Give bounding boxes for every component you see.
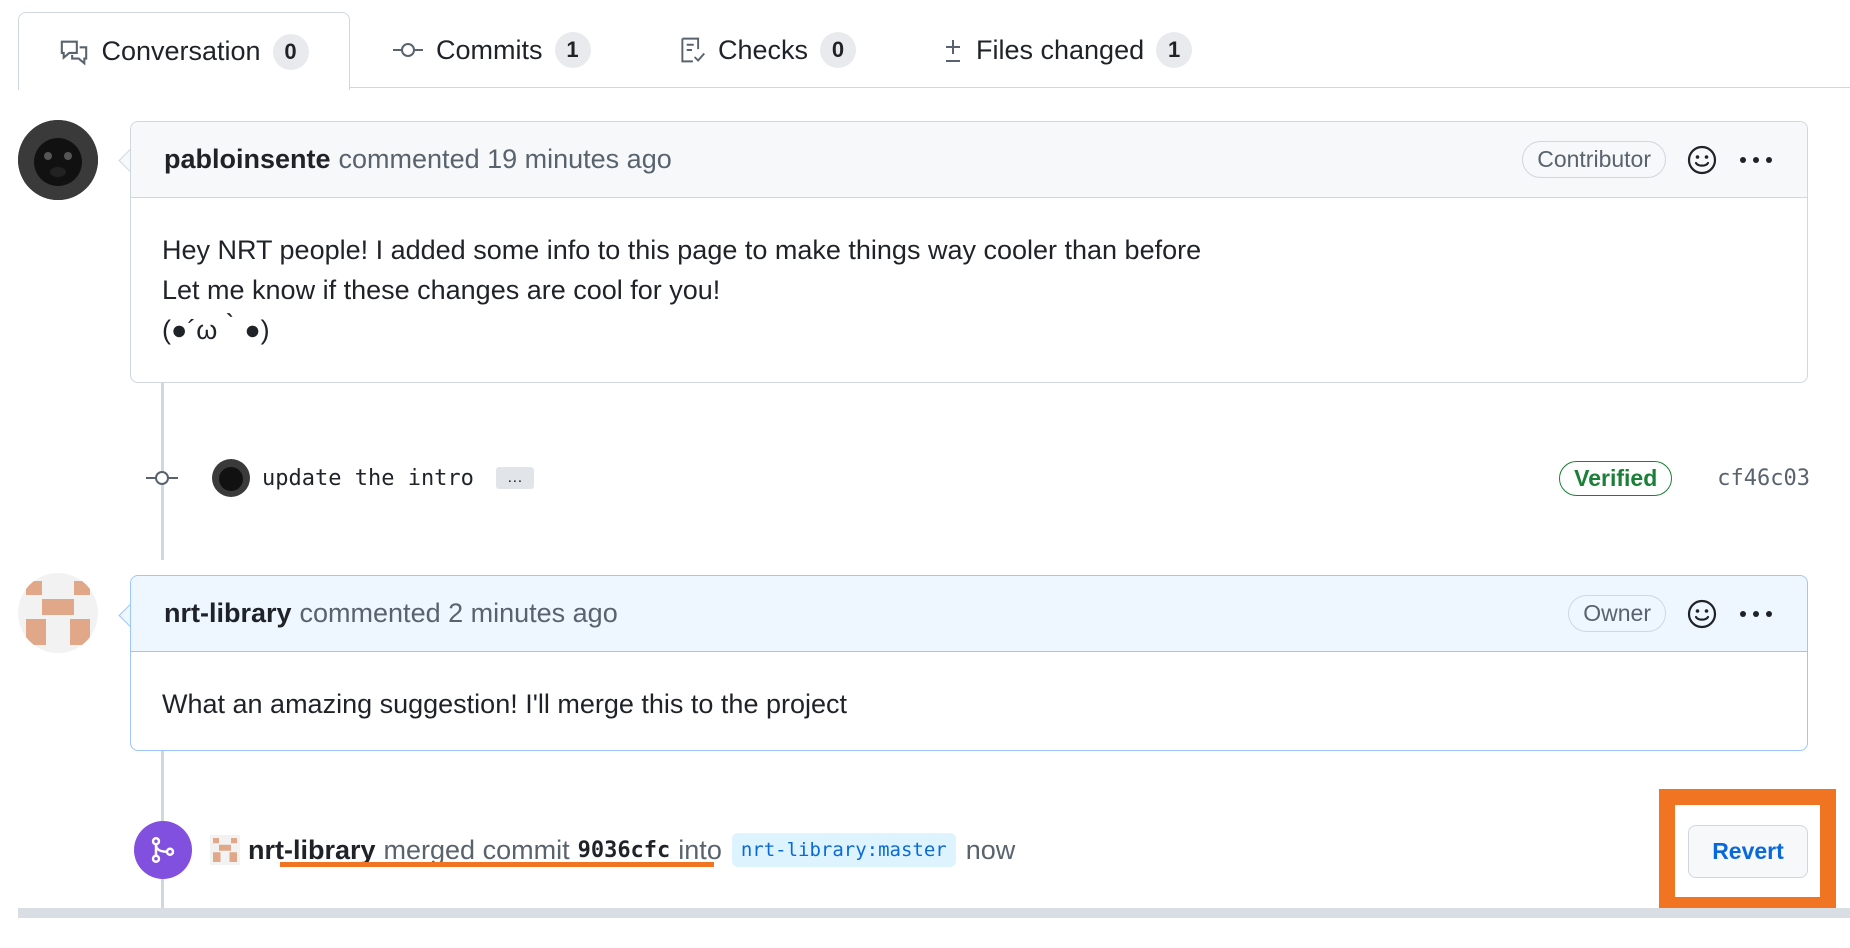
revert-button[interactable]: Revert — [1688, 825, 1808, 878]
tab-label: Commits — [436, 34, 543, 65]
comment-line: Let me know if these changes are cool fo… — [162, 275, 721, 305]
avatar-dog-icon — [212, 459, 250, 497]
comment-line: What an amazing suggestion! I'll merge t… — [162, 689, 848, 719]
tab-counter: 1 — [554, 32, 591, 68]
file-diff-icon — [942, 35, 964, 65]
tab-files-changed[interactable]: Files changed 1 — [942, 12, 1193, 88]
merge-commit-sha-link[interactable]: 9036cfc — [578, 838, 671, 863]
merge-event: nrt-library merged commit 9036cfc into n… — [134, 820, 1015, 880]
tab-checks[interactable]: Checks 0 — [678, 12, 857, 88]
comment-header: pabloinsente commented 19 minutes ago Co… — [131, 122, 1807, 198]
timeline-bottom-bar — [18, 908, 1850, 918]
tab-commits[interactable]: Commits 1 — [392, 12, 591, 88]
verified-badge[interactable]: Verified — [1559, 460, 1673, 496]
avatar[interactable] — [18, 120, 98, 200]
tab-conversation[interactable]: Conversation 0 — [18, 12, 350, 90]
comment-box: nrt-library commented 2 minutes ago Owne… — [130, 575, 1808, 751]
merge-text: merged commit — [383, 834, 570, 865]
comment-author[interactable]: pabloinsente — [164, 144, 331, 175]
merge-text: into — [678, 834, 722, 865]
git-merge-icon — [134, 821, 192, 879]
tab-label: Checks — [718, 34, 809, 65]
avatar[interactable] — [212, 459, 250, 497]
expand-commit-button[interactable]: … — [495, 467, 534, 489]
avatar-identicon-icon — [18, 573, 98, 653]
comment-box: pabloinsente commented 19 minutes ago Co… — [130, 121, 1808, 383]
comment-author[interactable]: nrt-library — [164, 598, 292, 629]
branch-name-link[interactable]: nrt-library:master — [731, 833, 956, 867]
merge-author-link[interactable]: nrt-library — [248, 835, 376, 866]
avatar[interactable] — [18, 573, 98, 653]
tab-label: Conversation — [101, 36, 261, 66]
commit-sha-link[interactable]: cf46c03 — [1717, 466, 1810, 491]
git-commit-icon — [140, 468, 184, 488]
commit-event: update the intro … Verified cf46c03 — [140, 450, 1810, 506]
avatar[interactable] — [210, 835, 240, 865]
merge-time[interactable]: now — [966, 835, 1016, 866]
tab-counter: 0 — [272, 33, 309, 70]
role-badge: Owner — [1568, 595, 1666, 632]
kebab-horizontal-icon[interactable] — [1738, 609, 1774, 619]
comment-body: Hey NRT people! I added some info to thi… — [131, 198, 1807, 380]
tab-label: Files changed — [976, 34, 1145, 65]
tab-counter: 1 — [1156, 32, 1193, 68]
comment-meta[interactable]: commented 19 minutes ago — [339, 144, 672, 175]
commit-message-link[interactable]: update the intro — [262, 466, 474, 491]
comment-header: nrt-library commented 2 minutes ago Owne… — [131, 576, 1807, 652]
checklist-icon — [678, 35, 706, 65]
avatar-dog-icon — [18, 120, 98, 200]
comment-meta[interactable]: commented 2 minutes ago — [300, 598, 618, 629]
git-commit-icon — [392, 35, 424, 65]
kebab-horizontal-icon[interactable] — [1738, 155, 1774, 165]
comment-line: (●´ω｀●) — [162, 315, 270, 345]
comment-body: What an amazing suggestion! I'll merge t… — [131, 652, 1807, 754]
comment-discussion-icon — [59, 37, 89, 67]
role-badge: Contributor — [1522, 141, 1666, 178]
avatar-identicon-icon — [210, 835, 240, 865]
smiley-icon[interactable] — [1686, 598, 1718, 630]
tab-counter: 0 — [820, 32, 857, 68]
comment-line: Hey NRT people! I added some info to thi… — [162, 235, 1202, 265]
smiley-icon[interactable] — [1686, 144, 1718, 176]
